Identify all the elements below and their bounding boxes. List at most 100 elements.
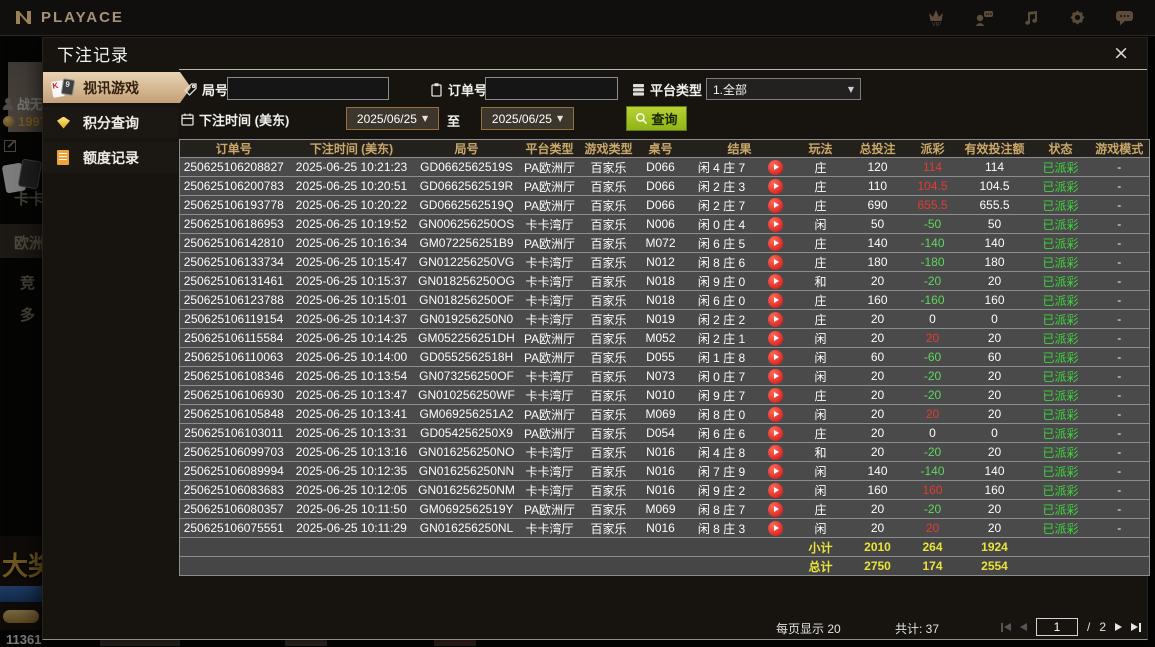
prev-page-button[interactable] (1019, 623, 1027, 631)
play-video-button[interactable] (768, 197, 783, 213)
round-number-label: 局号 (202, 83, 229, 98)
cell-mode: - (1089, 404, 1150, 424)
cell-mode: - (1089, 423, 1150, 443)
platform-type-select[interactable]: 1.全部 ▼ (706, 78, 861, 100)
query-button[interactable]: 查询 (626, 106, 687, 131)
play-video-button[interactable] (768, 235, 783, 251)
cell-status: 已派彩 (1031, 214, 1090, 234)
customer-service-icon[interactable] (974, 9, 994, 27)
cell-payout: 20 (907, 404, 958, 424)
play-video-button[interactable] (768, 368, 783, 384)
play-video-button[interactable] (768, 463, 783, 479)
cell-bet: 110 (847, 176, 908, 196)
play-video-button[interactable] (768, 159, 783, 175)
cell-game: 百家乐 (581, 271, 636, 291)
play-video-button[interactable] (768, 387, 783, 403)
date-to-value: 2025/06/25 (491, 111, 552, 126)
cell-result: 闲 8 庄 7 (685, 499, 758, 519)
close-icon[interactable]: × (1109, 44, 1133, 63)
cell-play (757, 347, 794, 367)
cell-payout: 104.5 (907, 176, 958, 196)
cell-game: 百家乐 (581, 233, 636, 253)
date-from-picker[interactable]: 2025/06/25 ▼ (346, 107, 439, 130)
play-video-button[interactable] (768, 406, 783, 422)
query-button-label: 查询 (651, 112, 678, 127)
cell-valid: 20 (957, 518, 1032, 538)
date-to-picker[interactable]: 2025/06/25 ▼ (481, 107, 574, 130)
cell-platform: PA欧洲厅 (517, 328, 582, 348)
play-video-button[interactable] (768, 349, 783, 365)
cell-bet: 20 (847, 423, 908, 443)
bet-record-row: 250625106186953 2025-06-25 10:19:52 GN0062… (179, 214, 1150, 234)
cell-mode: - (1089, 157, 1150, 177)
play-video-button[interactable] (768, 311, 783, 327)
play-video-button[interactable] (768, 216, 783, 232)
cell-game: 百家乐 (581, 214, 636, 234)
cell-bet: 50 (847, 214, 908, 234)
tab-quota-records[interactable]: 额度记录 (43, 142, 178, 173)
cell-platform: PA欧洲厅 (517, 423, 582, 443)
cell-result: 闲 1 庄 8 (685, 347, 758, 367)
play-video-button[interactable] (768, 425, 783, 441)
next-page-button[interactable] (1115, 623, 1122, 631)
cell-valid: 20 (957, 271, 1032, 291)
cell-status: 已派彩 (1031, 423, 1090, 443)
cell-time: 2025-06-25 10:14:25 (287, 328, 416, 348)
bet-record-row: 250625106193778 2025-06-25 10:20:22 GD0662… (179, 195, 1150, 215)
tab-video-games[interactable]: 视讯游戏 (43, 72, 191, 103)
cell-result: 闲 2 庄 2 (685, 309, 758, 329)
bet-record-row: 250625106106930 2025-06-25 10:13:47 GN0102… (179, 385, 1150, 405)
order-number-input[interactable] (485, 77, 618, 100)
column-header: 游戏类型 (581, 139, 636, 158)
last-page-button[interactable] (1131, 622, 1141, 632)
brand[interactable]: PLAYACE (14, 9, 124, 26)
cell-payout: 0 (907, 309, 958, 329)
cell-platform: 卡卡湾厅 (517, 385, 582, 405)
cell-bet: 20 (847, 385, 908, 405)
cell-bet: 60 (847, 347, 908, 367)
vip-crown-icon[interactable]: VIP (926, 8, 946, 27)
calendar-icon (180, 112, 195, 127)
cell-mode: - (1089, 176, 1150, 196)
play-video-button[interactable] (768, 444, 783, 460)
play-video-button[interactable] (768, 178, 783, 194)
cell-mode: - (1089, 195, 1150, 215)
subtotal-row: 小计 2010 264 1924 (179, 537, 1150, 557)
cell-platform: PA欧洲厅 (517, 195, 582, 215)
first-page-button[interactable] (1000, 622, 1011, 632)
cell-method: 庄 (793, 195, 848, 215)
cell-method: 庄 (793, 176, 848, 196)
cell-order: 250625106080357 (179, 499, 288, 519)
cell-bet: 140 (847, 461, 908, 481)
column-header: 状态 (1031, 139, 1090, 158)
cell-status: 已派彩 (1031, 347, 1090, 367)
cell-game: 百家乐 (581, 309, 636, 329)
play-video-button[interactable] (768, 501, 783, 517)
cell-platform: PA欧洲厅 (517, 347, 582, 367)
page-divider: / (1086, 620, 1091, 634)
cell-payout: 20 (907, 328, 958, 348)
music-icon[interactable] (1022, 9, 1040, 27)
cell-table: N010 (635, 385, 686, 405)
chat-icon[interactable] (1115, 9, 1135, 27)
cell-order: 250625106110063 (179, 347, 288, 367)
cell-method: 庄 (793, 309, 848, 329)
cell-play (757, 366, 794, 386)
cell-valid: 60 (957, 347, 1032, 367)
play-video-button[interactable] (768, 520, 783, 536)
cell-platform: PA欧洲厅 (517, 157, 582, 177)
page-number-input[interactable] (1035, 618, 1078, 636)
round-number-input[interactable] (227, 77, 389, 100)
play-video-button[interactable] (768, 330, 783, 346)
play-video-button[interactable] (768, 292, 783, 308)
play-video-button[interactable] (768, 254, 783, 270)
cell-platform: 卡卡湾厅 (517, 461, 582, 481)
settings-gear-icon[interactable] (1068, 8, 1087, 27)
cell-platform: 卡卡湾厅 (517, 480, 582, 500)
tab-points-query[interactable]: 积分查询 (43, 107, 178, 138)
play-video-button[interactable] (768, 482, 783, 498)
cell-bet: 160 (847, 290, 908, 310)
cell-mode: - (1089, 499, 1150, 519)
cell-play (757, 195, 794, 215)
play-video-button[interactable] (768, 273, 783, 289)
